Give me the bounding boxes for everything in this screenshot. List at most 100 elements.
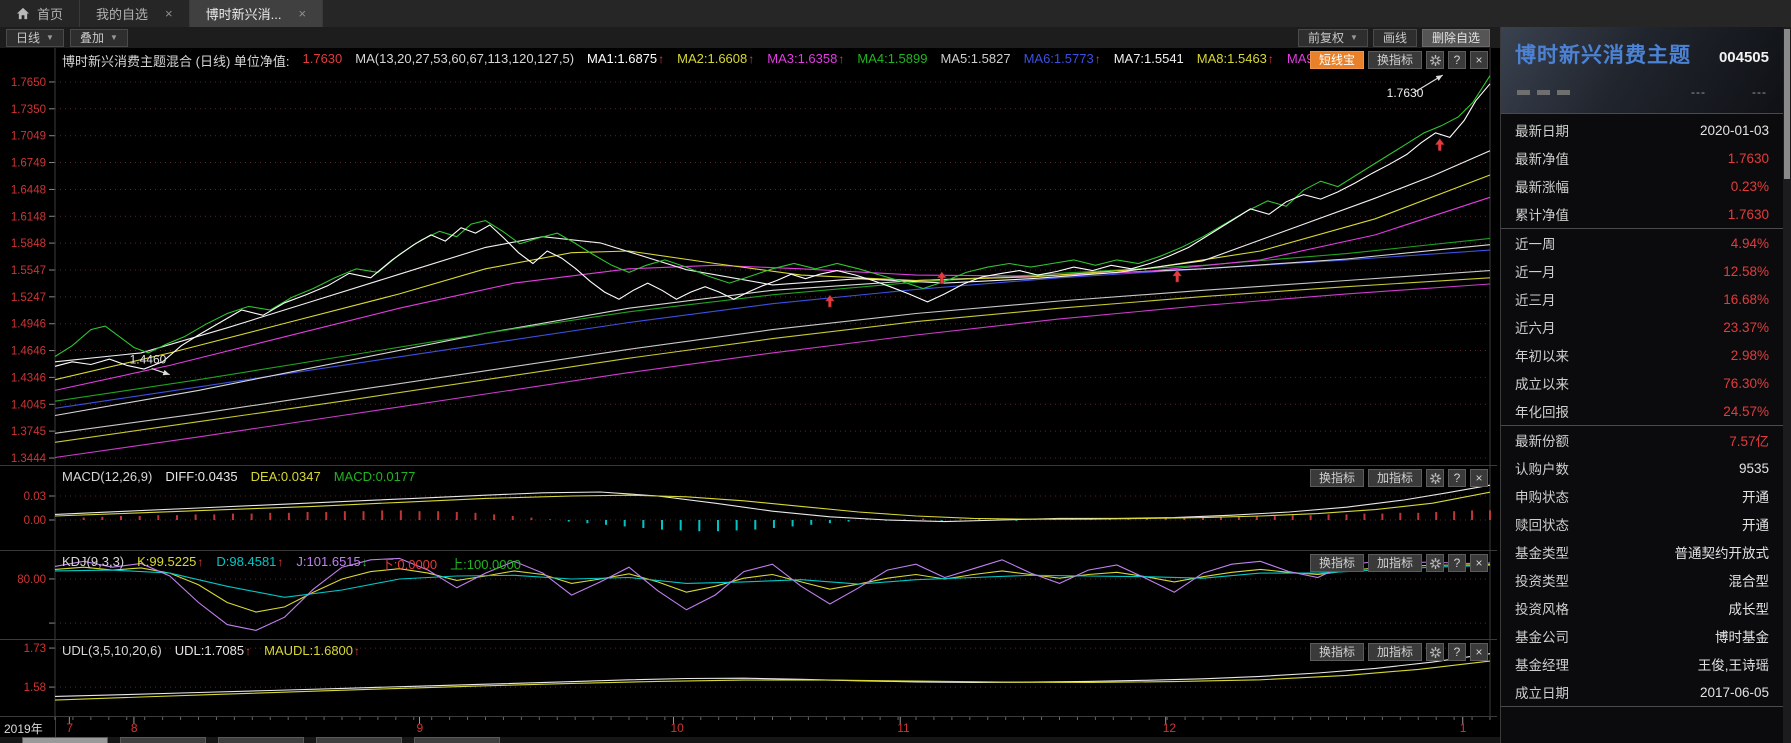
add-indicator-button[interactable]: 加指标 xyxy=(1368,643,1422,661)
row-label: 申购状态 xyxy=(1515,486,1569,506)
fund-info-row: 基金公司 博时基金 xyxy=(1501,622,1791,650)
fund-header: 博时新兴消费主题 004505 --- --- xyxy=(1501,27,1791,114)
help-icon[interactable]: ? xyxy=(1448,51,1466,69)
fund-info-row: 近一周4.94% xyxy=(1501,229,1791,257)
tab-watchlist[interactable]: 我的自选 × xyxy=(80,0,190,27)
kdj-pane: 80.00 KDJ(9,3,3)K:99.5225↑D:98.4581↑J:10… xyxy=(0,550,1497,640)
row-value: 成长型 xyxy=(1729,598,1770,618)
bottom-tab[interactable] xyxy=(414,737,500,743)
x-axis: 2019年 7891011121 xyxy=(0,716,1497,739)
svg-text:1.4346: 1.4346 xyxy=(11,372,46,384)
row-value: 7.57亿 xyxy=(1729,430,1769,450)
help-icon[interactable]: ? xyxy=(1448,469,1466,487)
chart-toolbar: 日线 ▼ 叠加 ▼ 前复权 ▼ 画线 删除自选 xyxy=(0,27,1500,48)
draw-line-button[interactable]: 画线 xyxy=(1373,29,1417,47)
header-segment: DIFF:0.0435 xyxy=(165,469,237,484)
row-value: 1.7630 xyxy=(1728,151,1769,166)
row-value: 博时基金 xyxy=(1715,626,1769,646)
row-label: 累计净值 xyxy=(1515,204,1569,224)
tab-fund[interactable]: 博时新兴消... × xyxy=(190,0,323,27)
fund-quote-placeholder-row: --- --- xyxy=(1501,69,1791,99)
switch-indicator-button[interactable]: 换指标 xyxy=(1310,643,1364,661)
chevron-down-icon: ▼ xyxy=(1350,30,1358,46)
row-label: 基金公司 xyxy=(1515,626,1569,646)
svg-text:1.6749: 1.6749 xyxy=(11,158,46,170)
header-segment: 博时新兴消费主题混合 (日线) 单位净值: xyxy=(62,51,290,70)
close-icon[interactable]: × xyxy=(1470,554,1488,572)
home-icon xyxy=(16,7,30,20)
row-label: 近一月 xyxy=(1515,261,1556,281)
svg-text:1.4646: 1.4646 xyxy=(11,346,46,358)
switch-indicator-button[interactable]: 换指标 xyxy=(1310,469,1364,487)
close-icon[interactable]: × xyxy=(165,6,173,21)
up-arrow-icon: ↑ xyxy=(1268,52,1274,66)
svg-text:1.5247: 1.5247 xyxy=(11,292,46,304)
x-axis-month-label: 7 xyxy=(66,721,73,735)
bottom-tab[interactable] xyxy=(120,737,206,743)
add-indicator-button[interactable]: 加指标 xyxy=(1368,554,1422,572)
tab-home[interactable]: 首页 xyxy=(0,0,80,27)
close-icon[interactable]: × xyxy=(1470,643,1488,661)
settings-gear-icon[interactable] xyxy=(1426,469,1444,487)
row-label: 近三月 xyxy=(1515,289,1556,309)
header-segment: MA5:1.5827 xyxy=(940,51,1010,70)
period-label: 日线 xyxy=(16,30,40,46)
header-segment: 上:100.0000 xyxy=(450,554,521,573)
main-chart-pane: 1.76501.73501.70491.67491.64481.61481.58… xyxy=(0,48,1497,465)
help-icon[interactable]: ? xyxy=(1448,554,1466,572)
svg-text:0.03: 0.03 xyxy=(24,491,46,503)
header-segment: 1.7630 xyxy=(303,51,343,70)
udl-pane: 1.731.58 UDL(3,5,10,20,6)UDL:1.7085↑MAUD… xyxy=(0,639,1497,717)
row-value: 开通 xyxy=(1742,514,1769,534)
svg-text:1.3444: 1.3444 xyxy=(11,453,47,465)
delete-watchlist-button[interactable]: 删除自选 xyxy=(1422,29,1490,47)
x-axis-month-label: 9 xyxy=(416,721,423,735)
switch-indicator-button[interactable]: 换指标 xyxy=(1368,51,1422,69)
fund-info-row: 最新净值1.7630 xyxy=(1501,144,1791,172)
fund-info-row: 近三月16.68% xyxy=(1501,285,1791,313)
scrollbar-thumb[interactable] xyxy=(1784,29,1790,179)
header-segment: MA3:1.6358↑ xyxy=(767,51,844,70)
main-chart-plot[interactable]: 1.76501.73501.70491.67491.64481.61481.58… xyxy=(0,48,1497,465)
bottom-tab[interactable] xyxy=(22,737,108,743)
close-icon[interactable]: × xyxy=(1470,469,1488,487)
row-value: 2017-06-05 xyxy=(1700,685,1769,700)
help-icon[interactable]: ? xyxy=(1448,643,1466,661)
period-dropdown[interactable]: 日线 ▼ xyxy=(6,29,64,47)
x-axis-month-label: 11 xyxy=(897,721,909,735)
fund-info-row: 成立以来76.30% xyxy=(1501,369,1791,397)
chevron-down-icon: ▼ xyxy=(110,30,118,46)
tab-fund-label: 博时新兴消... xyxy=(206,4,282,23)
svg-text:1.6448: 1.6448 xyxy=(11,184,46,196)
row-value: 23.37% xyxy=(1723,320,1769,335)
fund-info-row: 近一月 12.58% xyxy=(1501,257,1791,285)
switch-indicator-button[interactable]: 换指标 xyxy=(1310,554,1364,572)
overlay-label: 叠加 xyxy=(80,30,104,46)
sidebar-scrollbar[interactable] xyxy=(1783,27,1791,743)
svg-text:80.00: 80.00 xyxy=(17,574,46,586)
add-indicator-button[interactable]: 加指标 xyxy=(1368,469,1422,487)
x-axis-month-label: 8 xyxy=(131,721,138,735)
settings-gear-icon[interactable] xyxy=(1426,554,1444,572)
bottom-tab[interactable] xyxy=(316,737,402,743)
placeholder-dashes xyxy=(1517,90,1570,95)
down-arrow-icon: ↓ xyxy=(362,555,368,569)
close-icon[interactable]: × xyxy=(1470,51,1488,69)
row-label: 基金类型 xyxy=(1515,542,1569,562)
fund-info-row: 年化回报24.57% xyxy=(1501,397,1791,426)
header-segment: MA7:1.5541 xyxy=(1114,51,1184,70)
fund-info-row: 投资类型混合型 xyxy=(1501,566,1791,594)
svg-text:1.7350: 1.7350 xyxy=(11,104,46,116)
shortline-treasure-button[interactable]: 短线宝 xyxy=(1310,51,1364,69)
bottom-tab[interactable] xyxy=(218,737,304,743)
settings-gear-icon[interactable] xyxy=(1426,643,1444,661)
row-label: 近六月 xyxy=(1515,317,1556,337)
adjust-mode-dropdown[interactable]: 前复权 ▼ xyxy=(1298,29,1368,47)
header-segment: MA8:1.5463↑ xyxy=(1197,51,1274,70)
close-icon[interactable]: × xyxy=(298,6,306,21)
overlay-dropdown[interactable]: 叠加 ▼ xyxy=(70,29,128,47)
row-value: 12.58% xyxy=(1723,264,1769,279)
macd-pane: 0.030.00 MACD(12,26,9)DIFF:0.0435DEA:0.0… xyxy=(0,465,1497,551)
settings-gear-icon[interactable] xyxy=(1426,51,1444,69)
header-segment: UDL(3,5,10,20,6) xyxy=(62,643,162,658)
